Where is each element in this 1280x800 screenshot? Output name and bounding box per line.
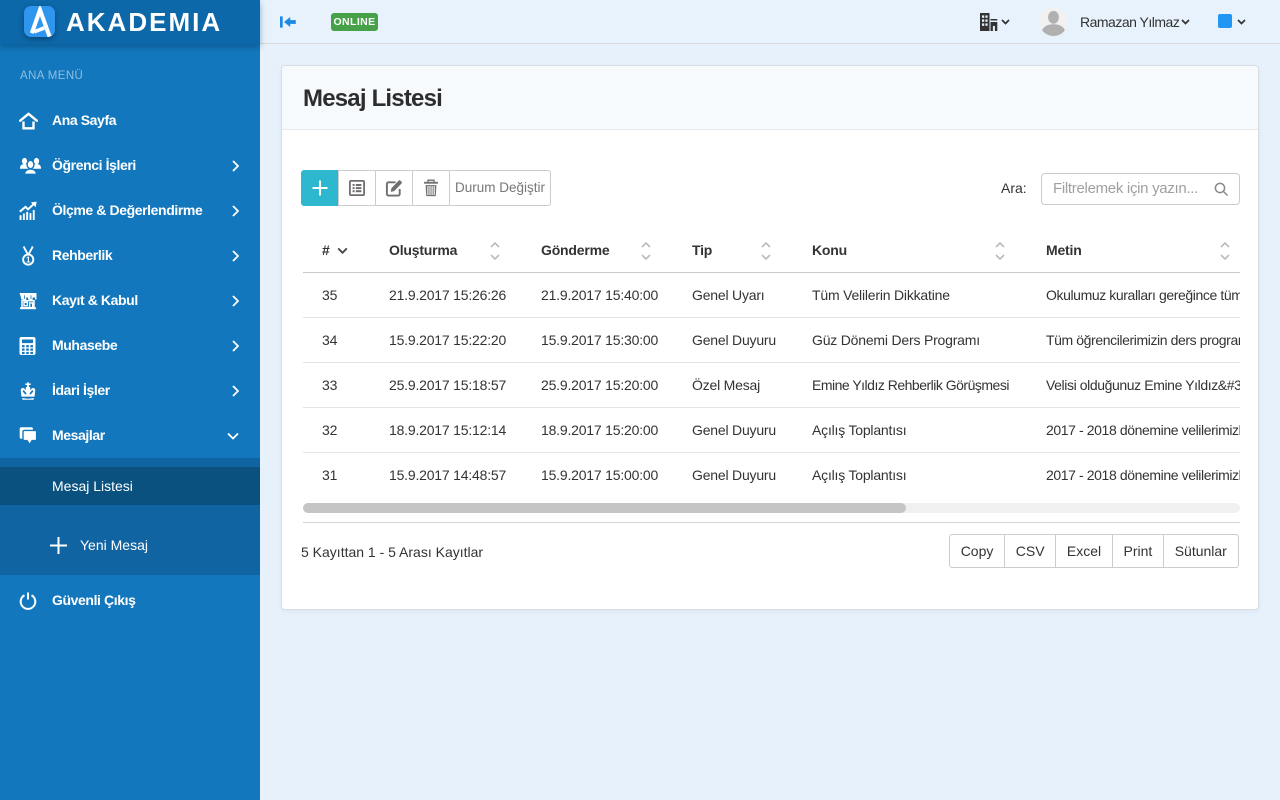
svg-text:1: 1 [26,255,31,264]
